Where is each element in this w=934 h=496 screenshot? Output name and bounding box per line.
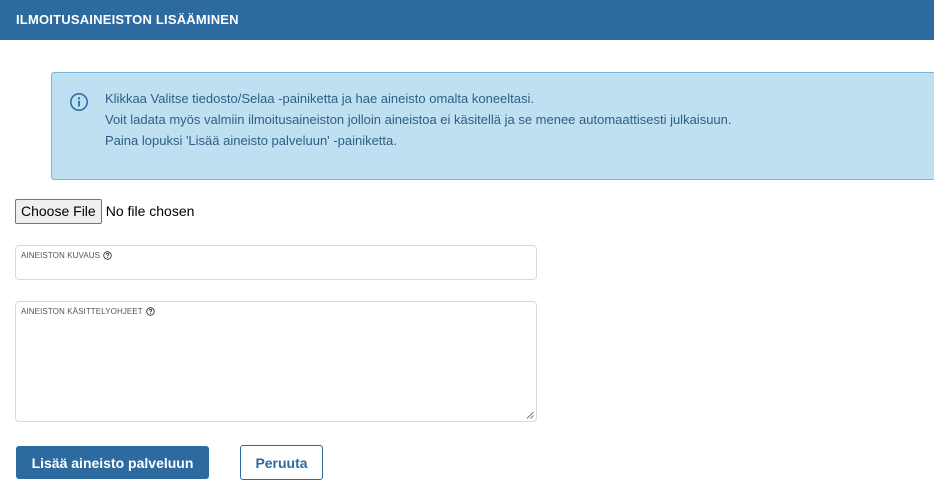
info-circle-icon (70, 93, 88, 111)
info-text: Klikkaa Valitse tiedosto/Selaa -painiket… (105, 88, 732, 151)
cancel-button[interactable]: Peruuta (240, 445, 323, 480)
description-label-text: AINEISTON KUVAUS (21, 251, 101, 260)
page-header: ILMOITUSAINEISTON LISÄÄMINEN (0, 0, 934, 40)
info-box: Klikkaa Valitse tiedosto/Selaa -painiket… (51, 72, 934, 180)
help-icon[interactable] (103, 251, 112, 260)
description-input[interactable] (16, 260, 536, 280)
instructions-textarea[interactable] (16, 318, 536, 421)
description-label: AINEISTON KUVAUS (21, 251, 112, 260)
instructions-field[interactable]: AINEISTON KÄSITTELYOHJEET (15, 301, 537, 422)
instructions-label: AINEISTON KÄSITTELYOHJEET (21, 307, 155, 316)
info-line: Paina lopuksi 'Lisää aineisto palveluun'… (105, 133, 397, 148)
resize-handle-icon[interactable] (526, 411, 534, 419)
add-material-button[interactable]: Lisää aineisto palveluun (16, 446, 209, 479)
file-status: No file chosen (105, 203, 195, 219)
page-title: ILMOITUSAINEISTON LISÄÄMINEN (16, 12, 239, 27)
file-picker: Choose File No file chosen (15, 198, 194, 224)
help-icon[interactable] (146, 307, 155, 316)
info-line: Klikkaa Valitse tiedosto/Selaa -painiket… (105, 91, 535, 106)
choose-file-button[interactable]: Choose File (15, 198, 102, 224)
description-field[interactable]: AINEISTON KUVAUS (15, 245, 537, 280)
info-line: Voit ladata myös valmiin ilmoitusaineist… (105, 112, 732, 127)
instructions-label-text: AINEISTON KÄSITTELYOHJEET (21, 307, 143, 316)
